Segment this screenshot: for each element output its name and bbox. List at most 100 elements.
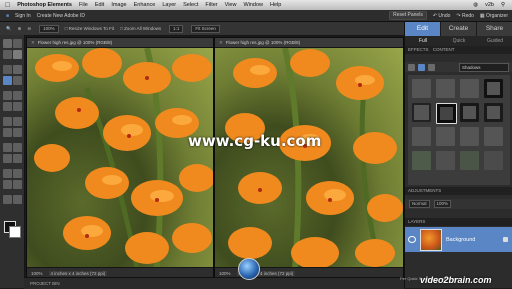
paint-bucket-tool-icon[interactable] [3,128,12,137]
move-tool-icon[interactable] [3,39,12,48]
layer-styles-icon[interactable] [418,63,425,71]
effect-thumbnail[interactable] [484,79,503,98]
eraser-tool-icon[interactable] [3,117,12,126]
effect-thumbnail[interactable] [460,103,479,122]
signin-link[interactable]: Sign In [15,13,31,19]
smudge-tool-icon[interactable] [13,154,22,163]
zoom-in-icon[interactable]: ⊕ [18,26,22,32]
cookie-cutter-tool-icon[interactable] [13,180,22,189]
fit-button[interactable]: 1:1 [167,24,184,33]
effect-thumbnail[interactable] [436,127,455,146]
document-tab-left[interactable]: ✕ Flower high res.jpg @ 100% (RGB/8) [27,38,213,48]
document-zoom-readout[interactable]: 100% [31,271,43,276]
menu-enhance[interactable]: Enhance [134,2,156,8]
fit-screen-button[interactable]: Fit Screen [189,24,220,33]
apple-icon[interactable]:  [5,2,10,9]
document-tab-title: Flower high res.jpg @ 100% (RGB/8) [225,40,301,45]
effect-thumbnail[interactable] [460,79,479,98]
effects-category-dropdown[interactable]: Shadows [459,62,509,72]
tab-share[interactable]: Share [477,22,512,36]
menu-select[interactable]: Select [183,2,198,8]
opacity-field[interactable]: 100% [433,200,452,208]
blur-tool-icon[interactable] [13,143,22,152]
document-zoom-readout[interactable]: 100% [219,271,231,276]
quick-selection-tool-icon[interactable] [3,76,12,85]
app-name-menu[interactable]: Photoshop Elements [17,2,72,8]
flower-photo-canvas[interactable] [215,48,403,268]
tab-quick[interactable]: Quick [441,36,477,46]
menu-view[interactable]: View [225,2,237,8]
effect-thumbnail[interactable] [436,79,455,98]
effect-thumbnail[interactable] [436,151,455,170]
sponge-tool-icon[interactable] [3,154,12,163]
straighten-tool-icon[interactable] [3,180,12,189]
close-icon[interactable]: ✕ [31,40,35,46]
resize-windows-checkbox[interactable]: □ Resize Windows To Fit [65,26,114,31]
menu-layer[interactable]: Layer [162,2,176,8]
background-color-swatch[interactable] [9,226,21,238]
tab-create[interactable]: Create [441,22,477,36]
effect-thumbnail[interactable] [460,151,479,170]
menu-image[interactable]: Image [111,2,126,8]
effects-panel-header[interactable]: EFFECTS CONTENT [405,46,512,54]
zoom-tool-icon[interactable]: 🔍 [6,26,12,32]
effect-thumbnail[interactable] [412,151,431,170]
effect-thumbnail[interactable] [412,127,431,146]
lasso-tool-icon[interactable] [13,65,22,74]
effect-thumbnail[interactable] [412,103,431,122]
hand-tool-icon[interactable] [3,50,12,59]
effect-thumbnail[interactable] [484,127,503,146]
tab-full[interactable]: Full [405,36,441,46]
spotlight-icon[interactable]: ⚲ [501,2,505,8]
zoom-tool-icon[interactable] [13,39,22,48]
visibility-eye-icon[interactable] [408,236,416,243]
document-info-readout[interactable]: 4 inches x 4 inches (72 ppi) [48,270,108,276]
magic-wand-tool-icon[interactable] [13,76,22,85]
recompose-tool-icon[interactable] [13,169,22,178]
menubar-clock[interactable]: v2b [485,2,494,8]
effect-thumbnail[interactable] [412,79,431,98]
layers-panel-header[interactable]: LAYERS [405,218,512,226]
undo-button[interactable]: ↶ Undo [433,13,451,19]
tab-guided[interactable]: Guided [477,36,512,46]
document-tab-right[interactable]: ✕ Flower high res.jpg @ 100% (RGB/8) [215,38,403,48]
blend-mode-select[interactable]: Normal [409,200,430,208]
menu-window[interactable]: Window [243,2,263,8]
adjustments-panel-header[interactable]: ADJUSTMENTS [405,187,512,195]
redo-button[interactable]: ↷ Redo [456,13,474,19]
menu-edit[interactable]: Edit [95,2,104,8]
marquee-tool-icon[interactable] [3,65,12,74]
zoom-percent-field[interactable]: 100% [37,24,59,33]
effect-thumbnail[interactable] [484,103,503,122]
pencil-tool-icon[interactable] [13,102,22,111]
spot-healing-tool-icon[interactable] [13,91,22,100]
content-aware-move-tool-icon[interactable] [13,195,22,204]
red-eye-tool-icon[interactable] [3,91,12,100]
menu-help[interactable]: Help [270,2,281,8]
reset-panels-button[interactable]: Reset Panels [389,11,427,20]
effect-thumbnail[interactable] [484,151,503,170]
photo-effects-icon[interactable] [428,63,435,71]
filters-icon[interactable] [408,63,415,71]
clone-stamp-tool-icon[interactable] [3,102,12,111]
effect-thumbnail-selected[interactable] [436,103,457,124]
project-bin-label[interactable]: PROJECT BIN [30,281,60,286]
layer-row-background[interactable]: Background [405,227,512,252]
zoom-all-checkbox[interactable]: □ Zoom All Windows [120,26,161,31]
create-id-link[interactable]: Create New Adobe ID [37,13,85,19]
shape-tool-icon[interactable] [3,143,12,152]
menu-file[interactable]: File [79,2,88,8]
brush-tool-icon[interactable] [13,117,22,126]
flower-photo-canvas[interactable] [27,48,213,268]
effect-thumbnail[interactable] [460,127,479,146]
zoom-out-icon[interactable]: ⊖ [27,26,31,32]
menu-filter[interactable]: Filter [205,2,217,8]
gradient-tool-icon[interactable] [13,128,22,137]
close-icon[interactable]: ✕ [219,40,223,46]
type-tool-icon[interactable] [3,195,12,204]
tab-edit[interactable]: Edit [405,22,441,36]
crop-tool-icon[interactable] [3,169,12,178]
wifi-icon[interactable]: ◍ [473,2,478,8]
eyedropper-tool-icon[interactable] [13,50,22,59]
organizer-button[interactable]: ▦ Organizer [480,13,508,19]
